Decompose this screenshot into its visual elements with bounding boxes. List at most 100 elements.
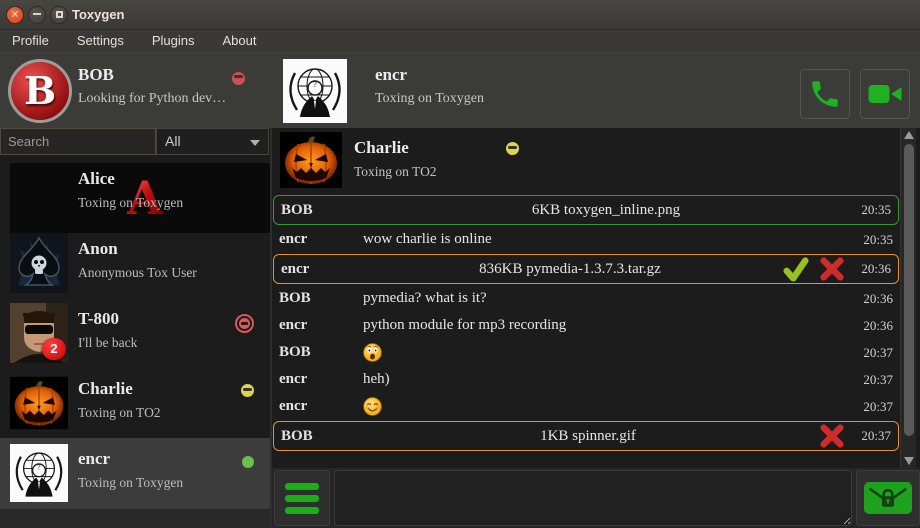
audio-call-button[interactable] xyxy=(800,69,850,119)
friend-banner-charlie[interactable]: Charlie Toxing on TO2 xyxy=(274,132,894,190)
contact-status-message: Anonymous Tox User xyxy=(78,265,197,281)
message-row: encr wow charlie is online 20:35 xyxy=(272,226,900,253)
file-name: 6KB toxygen_inline.png xyxy=(365,202,847,219)
cross-icon xyxy=(819,256,845,282)
decline-file-button[interactable] xyxy=(817,256,847,282)
svg-text:?: ? xyxy=(313,80,317,89)
message-text: heh) xyxy=(363,371,849,388)
phone-icon xyxy=(808,77,842,111)
search-box xyxy=(0,128,156,155)
jack-o-lantern-avatar xyxy=(10,373,68,433)
chevron-down-icon xyxy=(250,140,260,146)
file-name: 836KB pymedia-1.3.7.3.tar.gz xyxy=(365,261,775,278)
message-time: 20:35 xyxy=(849,232,893,248)
message-sender: encr xyxy=(281,261,365,278)
close-window-button[interactable]: ✕ xyxy=(6,6,24,24)
minimize-window-button[interactable] xyxy=(28,6,46,24)
message-sender: encr xyxy=(279,231,363,248)
svg-text:?: ? xyxy=(37,463,40,471)
smiling-face-smiley-icon xyxy=(363,397,382,416)
contact-status-message: Toxing on Toxygen xyxy=(78,195,183,211)
composer-bar xyxy=(270,468,920,528)
cancel-file-button[interactable] xyxy=(817,423,847,449)
profile-name: BOB xyxy=(78,65,114,85)
message-text: wow charlie is online xyxy=(363,231,849,248)
unread-count-badge: 2 xyxy=(42,338,66,360)
contact-status-message: Toxing on TO2 xyxy=(78,405,161,421)
check-icon xyxy=(782,256,810,282)
chat-area: Charlie Toxing on TO2 BOB 6KB toxygen_in… xyxy=(270,128,900,468)
video-call-button[interactable] xyxy=(860,69,910,119)
menu-item-plugins[interactable]: Plugins xyxy=(152,30,195,52)
contact-name: T-800 xyxy=(78,309,119,329)
message-time: 20:37 xyxy=(849,372,893,388)
contact-status-message: I'll be back xyxy=(78,335,137,351)
close-icon: ✕ xyxy=(10,9,19,21)
scrollbar-thumb[interactable] xyxy=(904,144,914,436)
hamburger-icon xyxy=(285,483,319,490)
contact-row-t800[interactable]: T-800 I'll be back 2 xyxy=(0,298,270,368)
send-button-pad xyxy=(864,482,912,514)
chat-menu-button[interactable] xyxy=(274,470,330,526)
contact-row-charlie[interactable]: Charlie Toxing on TO2 xyxy=(0,368,270,438)
menu-item-profile[interactable]: Profile xyxy=(12,30,49,52)
message-sender: encr xyxy=(279,317,363,334)
conversation-peer-name: encr xyxy=(375,65,407,85)
contact-name: Alice xyxy=(78,169,115,189)
contact-name: encr xyxy=(78,449,110,469)
maximize-icon xyxy=(56,11,63,18)
scroll-down-button[interactable] xyxy=(902,454,916,468)
message-smiley xyxy=(363,343,849,363)
message-row-file-outgoing: BOB 1KB spinner.gif 20:37 xyxy=(273,421,899,451)
send-message-button[interactable] xyxy=(856,470,920,526)
maximize-window-button[interactable] xyxy=(50,6,68,24)
shocked-face-smiley-icon xyxy=(363,343,382,362)
profile-status-message: Looking for Python dev… xyxy=(78,91,226,107)
online-status-icon xyxy=(242,456,254,468)
busy-status-icon xyxy=(232,72,245,85)
toxygen-window: ✕ Toxygen Profile Settings Plugins About… xyxy=(0,0,920,528)
cross-icon xyxy=(819,423,845,449)
contact-filter-value: All xyxy=(165,133,181,149)
message-time: 20:36 xyxy=(849,318,893,334)
banner-status-message: Toxing on TO2 xyxy=(354,164,437,180)
message-time: 20:37 xyxy=(847,428,891,444)
menu-item-settings[interactable]: Settings xyxy=(77,30,124,52)
anonymous-mask-avatar: ? xyxy=(283,59,347,123)
message-row-file-incoming: encr 836KB pymedia-1.3.7.3.tar.gz 20:36 xyxy=(273,254,899,284)
message-sender: BOB xyxy=(279,344,363,361)
conversation-peer-status: Toxing on Toxygen xyxy=(375,91,484,107)
message-time: 20:35 xyxy=(847,202,891,218)
contact-row-encr[interactable]: ? encr Toxing on Toxygen xyxy=(0,438,270,508)
message-input[interactable] xyxy=(334,470,852,526)
away-status-icon xyxy=(241,384,254,397)
bob-avatar[interactable]: B xyxy=(8,59,72,123)
minimize-icon xyxy=(33,13,41,15)
accept-file-button[interactable] xyxy=(781,256,811,282)
message-row-smiley: encr 20:37 xyxy=(272,393,900,420)
message-time: 20:36 xyxy=(847,261,891,277)
scroll-up-button[interactable] xyxy=(902,128,916,142)
message-sender: BOB xyxy=(279,290,363,307)
messages-scrollbar[interactable] xyxy=(900,128,916,468)
spade-skull-avatar xyxy=(10,233,68,293)
busy-status-icon xyxy=(235,314,254,333)
message-sender: encr xyxy=(279,371,363,388)
arrow-down-icon xyxy=(904,457,914,465)
contact-name: Anon xyxy=(78,239,118,259)
message-row: encr python module for mp3 recording 20:… xyxy=(272,312,900,339)
contact-row-alice[interactable]: A Alice Toxing on Toxygen xyxy=(0,158,270,228)
menu-item-about[interactable]: About xyxy=(222,30,256,52)
banner-name: Charlie xyxy=(354,138,409,158)
message-row: encr heh) 20:37 xyxy=(272,366,900,393)
titlebar[interactable]: ✕ Toxygen xyxy=(0,0,920,30)
contacts-sidebar: All A Alice Toxing on Toxygen xyxy=(0,128,270,528)
header: B BOB Looking for Python dev… ? encr Tox… xyxy=(0,52,920,128)
contact-row-anon[interactable]: Anon Anonymous Tox User xyxy=(0,228,270,298)
contact-filter-dropdown[interactable]: All xyxy=(156,128,269,155)
message-text: python module for mp3 recording xyxy=(363,317,849,334)
contact-status-message: Toxing on Toxygen xyxy=(78,475,183,491)
message-row: BOB pymedia? what is it? 20:36 xyxy=(272,285,900,312)
encrypted-send-icon xyxy=(868,486,908,510)
message-list: BOB 6KB toxygen_inline.png 20:35 encr wo… xyxy=(272,194,900,452)
